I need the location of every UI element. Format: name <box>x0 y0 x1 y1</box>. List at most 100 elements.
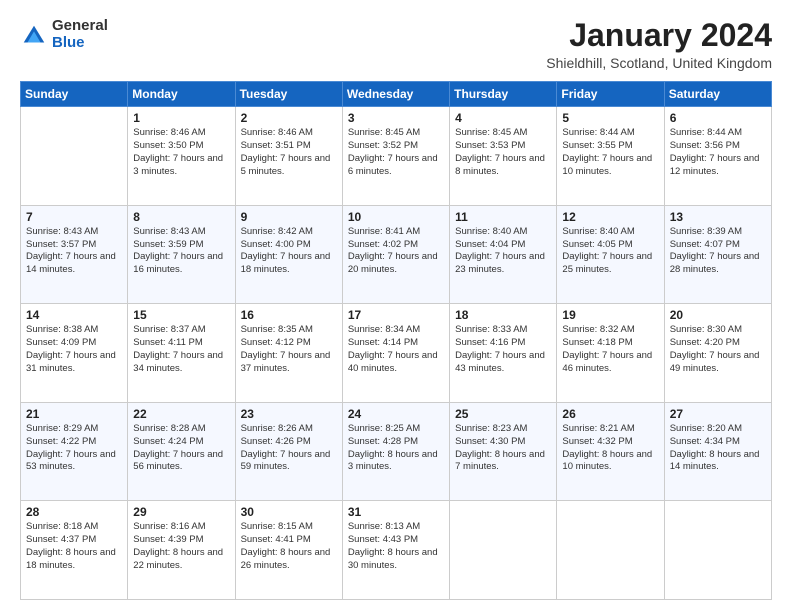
cell-details: Sunrise: 8:44 AMSunset: 3:55 PMDaylight:… <box>562 127 658 178</box>
logo-icon <box>20 22 48 50</box>
calendar-table: SundayMondayTuesdayWednesdayThursdayFrid… <box>20 81 772 600</box>
day-number: 31 <box>348 505 444 519</box>
cell-details: Sunrise: 8:40 AMSunset: 4:04 PMDaylight:… <box>455 226 551 277</box>
cell-details: Sunrise: 8:21 AMSunset: 4:32 PMDaylight:… <box>562 423 658 474</box>
calendar-cell <box>664 501 771 600</box>
cell-details: Sunrise: 8:15 AMSunset: 4:41 PMDaylight:… <box>241 521 337 572</box>
cell-details: Sunrise: 8:45 AMSunset: 3:53 PMDaylight:… <box>455 127 551 178</box>
page: General Blue January 2024 Shieldhill, Sc… <box>0 0 792 612</box>
month-title: January 2024 <box>546 18 772 53</box>
calendar-cell: 14 Sunrise: 8:38 AMSunset: 4:09 PMDayligh… <box>21 304 128 403</box>
cell-details: Sunrise: 8:41 AMSunset: 4:02 PMDaylight:… <box>348 226 444 277</box>
calendar-cell: 21 Sunrise: 8:29 AMSunset: 4:22 PMDayligh… <box>21 402 128 501</box>
day-number: 16 <box>241 308 337 322</box>
calendar-cell: 17 Sunrise: 8:34 AMSunset: 4:14 PMDayligh… <box>342 304 449 403</box>
calendar-cell: 22Sunrise: 8:28 AMSunset: 4:24 PMDayligh… <box>128 402 235 501</box>
calendar-cell: 12 Sunrise: 8:40 AMSunset: 4:05 PMDayligh… <box>557 205 664 304</box>
calendar-week-row: 7 Sunrise: 8:43 AMSunset: 3:57 PMDaylight… <box>21 205 772 304</box>
calendar-day-header: Sunday <box>21 82 128 107</box>
calendar-cell: 6 Sunrise: 8:44 AMSunset: 3:56 PMDaylight… <box>664 107 771 206</box>
calendar-cell: 4 Sunrise: 8:45 AMSunset: 3:53 PMDaylight… <box>450 107 557 206</box>
cell-details: Sunrise: 8:44 AMSunset: 3:56 PMDaylight:… <box>670 127 766 178</box>
calendar-day-header: Saturday <box>664 82 771 107</box>
title-block: January 2024 Shieldhill, Scotland, Unite… <box>546 18 772 71</box>
cell-details: Sunrise: 8:39 AMSunset: 4:07 PMDaylight:… <box>670 226 766 277</box>
day-number: 14 <box>26 308 122 322</box>
day-number: 24 <box>348 407 444 421</box>
day-number: 27 <box>670 407 766 421</box>
calendar-day-header: Friday <box>557 82 664 107</box>
calendar-week-row: 21 Sunrise: 8:29 AMSunset: 4:22 PMDayligh… <box>21 402 772 501</box>
cell-details: Sunrise: 8:30 AMSunset: 4:20 PMDaylight:… <box>670 324 766 375</box>
location: Shieldhill, Scotland, United Kingdom <box>546 55 772 71</box>
cell-details: Sunrise: 8:40 AMSunset: 4:05 PMDaylight:… <box>562 226 658 277</box>
cell-details: Sunrise: 8:42 AMSunset: 4:00 PMDaylight:… <box>241 226 337 277</box>
day-number: 5 <box>562 111 658 125</box>
day-number: 4 <box>455 111 551 125</box>
calendar-cell: 19 Sunrise: 8:32 AMSunset: 4:18 PMDayligh… <box>557 304 664 403</box>
day-number: 1 <box>133 111 229 125</box>
day-number: 7 <box>26 210 122 224</box>
day-number: 19 <box>562 308 658 322</box>
cell-details: Sunrise: 8:45 AMSunset: 3:52 PMDaylight:… <box>348 127 444 178</box>
calendar-cell: 11 Sunrise: 8:40 AMSunset: 4:04 PMDayligh… <box>450 205 557 304</box>
cell-details: Sunrise: 8:28 AMSunset: 4:24 PMDaylight:… <box>133 423 229 474</box>
day-number: 8 <box>133 210 229 224</box>
cell-details: Sunrise: 8:38 AMSunset: 4:09 PMDaylight:… <box>26 324 122 375</box>
cell-details: Sunrise: 8:34 AMSunset: 4:14 PMDaylight:… <box>348 324 444 375</box>
calendar-cell: 28 Sunrise: 8:18 AMSunset: 4:37 PMDayligh… <box>21 501 128 600</box>
calendar-cell: 27 Sunrise: 8:20 AMSunset: 4:34 PMDayligh… <box>664 402 771 501</box>
cell-details: Sunrise: 8:32 AMSunset: 4:18 PMDaylight:… <box>562 324 658 375</box>
calendar-cell: 3Sunrise: 8:45 AMSunset: 3:52 PMDaylight… <box>342 107 449 206</box>
calendar-cell: 15Sunrise: 8:37 AMSunset: 4:11 PMDayligh… <box>128 304 235 403</box>
calendar-day-header: Tuesday <box>235 82 342 107</box>
calendar-cell: 2 Sunrise: 8:46 AMSunset: 3:51 PMDaylight… <box>235 107 342 206</box>
logo-blue: Blue <box>52 35 108 52</box>
calendar-cell: 20 Sunrise: 8:30 AMSunset: 4:20 PMDayligh… <box>664 304 771 403</box>
day-number: 26 <box>562 407 658 421</box>
day-number: 12 <box>562 210 658 224</box>
day-number: 21 <box>26 407 122 421</box>
cell-details: Sunrise: 8:20 AMSunset: 4:34 PMDaylight:… <box>670 423 766 474</box>
calendar-cell: 7 Sunrise: 8:43 AMSunset: 3:57 PMDaylight… <box>21 205 128 304</box>
day-number: 9 <box>241 210 337 224</box>
day-number: 17 <box>348 308 444 322</box>
calendar-cell <box>21 107 128 206</box>
calendar-week-row: 1Sunrise: 8:46 AMSunset: 3:50 PMDaylight… <box>21 107 772 206</box>
logo-text: General Blue <box>52 18 108 51</box>
cell-details: Sunrise: 8:43 AMSunset: 3:59 PMDaylight:… <box>133 226 229 277</box>
cell-details: Sunrise: 8:18 AMSunset: 4:37 PMDaylight:… <box>26 521 122 572</box>
calendar-cell: 9 Sunrise: 8:42 AMSunset: 4:00 PMDaylight… <box>235 205 342 304</box>
calendar-cell <box>450 501 557 600</box>
calendar-cell: 1Sunrise: 8:46 AMSunset: 3:50 PMDaylight… <box>128 107 235 206</box>
cell-details: Sunrise: 8:26 AMSunset: 4:26 PMDaylight:… <box>241 423 337 474</box>
cell-details: Sunrise: 8:16 AMSunset: 4:39 PMDaylight:… <box>133 521 229 572</box>
day-number: 29 <box>133 505 229 519</box>
logo: General Blue <box>20 18 108 51</box>
day-number: 20 <box>670 308 766 322</box>
calendar-week-row: 14 Sunrise: 8:38 AMSunset: 4:09 PMDayligh… <box>21 304 772 403</box>
day-number: 11 <box>455 210 551 224</box>
calendar-week-row: 28 Sunrise: 8:18 AMSunset: 4:37 PMDayligh… <box>21 501 772 600</box>
day-number: 13 <box>670 210 766 224</box>
calendar-cell: 25Sunrise: 8:23 AMSunset: 4:30 PMDayligh… <box>450 402 557 501</box>
calendar-cell <box>557 501 664 600</box>
calendar-cell: 5 Sunrise: 8:44 AMSunset: 3:55 PMDaylight… <box>557 107 664 206</box>
logo-general: General <box>52 18 108 35</box>
day-number: 25 <box>455 407 551 421</box>
day-number: 2 <box>241 111 337 125</box>
calendar-cell: 13 Sunrise: 8:39 AMSunset: 4:07 PMDayligh… <box>664 205 771 304</box>
calendar-cell: 8 Sunrise: 8:43 AMSunset: 3:59 PMDaylight… <box>128 205 235 304</box>
cell-details: Sunrise: 8:46 AMSunset: 3:51 PMDaylight:… <box>241 127 337 178</box>
calendar-cell: 31 Sunrise: 8:13 AMSunset: 4:43 PMDayligh… <box>342 501 449 600</box>
day-number: 28 <box>26 505 122 519</box>
cell-details: Sunrise: 8:29 AMSunset: 4:22 PMDaylight:… <box>26 423 122 474</box>
cell-details: Sunrise: 8:37 AMSunset: 4:11 PMDaylight:… <box>133 324 229 375</box>
cell-details: Sunrise: 8:43 AMSunset: 3:57 PMDaylight:… <box>26 226 122 277</box>
calendar-cell: 29 Sunrise: 8:16 AMSunset: 4:39 PMDayligh… <box>128 501 235 600</box>
calendar-cell: 10Sunrise: 8:41 AMSunset: 4:02 PMDayligh… <box>342 205 449 304</box>
day-number: 6 <box>670 111 766 125</box>
cell-details: Sunrise: 8:33 AMSunset: 4:16 PMDaylight:… <box>455 324 551 375</box>
cell-details: Sunrise: 8:13 AMSunset: 4:43 PMDaylight:… <box>348 521 444 572</box>
calendar-cell: 26 Sunrise: 8:21 AMSunset: 4:32 PMDayligh… <box>557 402 664 501</box>
